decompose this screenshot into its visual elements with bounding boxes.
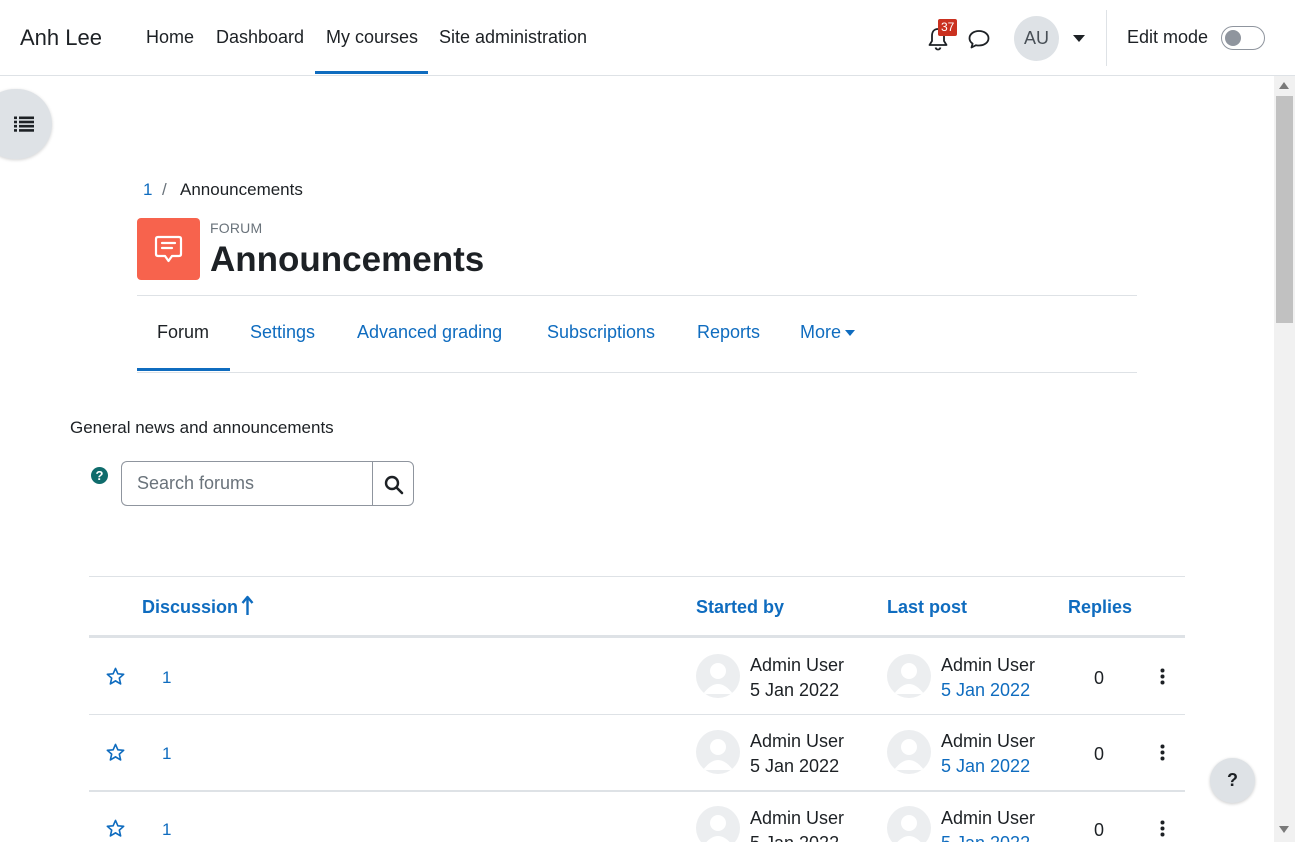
tab-advanced-grading[interactable]: Advanced grading bbox=[357, 322, 502, 343]
tab-forum[interactable]: Forum bbox=[157, 322, 209, 343]
list-icon[interactable] bbox=[14, 116, 34, 132]
navbar-divider bbox=[1106, 10, 1107, 66]
last-post-date-link[interactable]: 5 Jan 2022 bbox=[941, 756, 1030, 777]
star-icon[interactable] bbox=[106, 667, 125, 686]
header-divider bbox=[137, 295, 1137, 296]
tab-settings[interactable]: Settings bbox=[250, 322, 315, 343]
more-chevron-down-icon bbox=[845, 330, 856, 337]
last-post-date-link[interactable]: 5 Jan 2022 bbox=[941, 833, 1030, 842]
discussion-link[interactable]: 1 bbox=[162, 820, 171, 840]
nav-home[interactable]: Home bbox=[146, 27, 194, 48]
help-button[interactable]: ? bbox=[1210, 758, 1255, 803]
replies-count: 0 bbox=[1094, 744, 1105, 764]
last-post-user[interactable]: Admin User bbox=[941, 731, 1035, 752]
column-header-discussion[interactable]: Discussion bbox=[142, 597, 238, 618]
search-forums-input[interactable] bbox=[121, 461, 373, 506]
toggle-knob bbox=[1225, 30, 1241, 46]
starter-avatar[interactable] bbox=[696, 806, 740, 842]
column-header-last-post[interactable]: Last post bbox=[887, 597, 967, 618]
last-post-date-link[interactable]: 5 Jan 2022 bbox=[941, 680, 1030, 701]
last-post-avatar[interactable] bbox=[887, 730, 931, 774]
starter-name[interactable]: Admin User bbox=[750, 731, 844, 752]
started-date: 5 Jan 2022 bbox=[750, 680, 840, 700]
breadcrumb-course-link[interactable]: 1 bbox=[143, 180, 152, 200]
forum-intro: General news and announcements bbox=[70, 418, 334, 437]
edit-mode-toggle[interactable] bbox=[1221, 26, 1265, 50]
more-actions-kebab-icon[interactable] bbox=[1160, 744, 1165, 761]
discussion-link[interactable]: 1 bbox=[162, 744, 171, 764]
replies-count: 0 bbox=[1094, 668, 1105, 688]
scroll-down-arrow-icon[interactable] bbox=[1279, 826, 1289, 833]
tab-subscriptions[interactable]: Subscriptions bbox=[547, 322, 655, 343]
more-actions-kebab-icon[interactable] bbox=[1160, 820, 1165, 837]
nav-site-administration[interactable]: Site administration bbox=[439, 27, 587, 48]
replies-count: 0 bbox=[1094, 820, 1105, 840]
module-type-label: FORUM bbox=[210, 220, 263, 236]
site-name[interactable]: Anh Lee bbox=[20, 25, 102, 51]
row-divider bbox=[89, 714, 1185, 715]
column-header-started-by[interactable]: Started by bbox=[696, 597, 784, 618]
last-post-avatar[interactable] bbox=[887, 806, 931, 842]
table-top-border bbox=[89, 576, 1185, 577]
user-avatar[interactable]: AU bbox=[1014, 16, 1059, 61]
secondary-nav-divider bbox=[137, 372, 1137, 373]
row-divider bbox=[89, 790, 1185, 792]
breadcrumb-current: Announcements bbox=[180, 180, 303, 199]
last-post-avatar[interactable] bbox=[887, 654, 931, 698]
messages-icon[interactable] bbox=[967, 28, 991, 50]
sort-ascending-arrow-icon[interactable] bbox=[241, 595, 254, 617]
started-date: 5 Jan 2022 bbox=[750, 833, 839, 842]
search-help-icon[interactable]: ? bbox=[91, 467, 108, 484]
page-title: Announcements bbox=[210, 240, 485, 279]
starter-avatar[interactable] bbox=[696, 730, 740, 774]
user-menu-chevron-down-icon[interactable] bbox=[1073, 35, 1085, 42]
started-date: 5 Jan 2022 bbox=[750, 756, 840, 776]
tab-reports[interactable]: Reports bbox=[697, 322, 760, 343]
tab-more-label: More bbox=[800, 322, 842, 342]
nav-active-indicator bbox=[315, 71, 428, 74]
search-button[interactable] bbox=[372, 461, 414, 506]
search-icon bbox=[384, 475, 404, 495]
tab-more[interactable]: More bbox=[800, 322, 856, 343]
last-post-user[interactable]: Admin User bbox=[941, 655, 1035, 676]
starter-name[interactable]: Admin User bbox=[750, 655, 844, 676]
more-actions-kebab-icon[interactable] bbox=[1160, 668, 1165, 685]
nav-dashboard[interactable]: Dashboard bbox=[216, 27, 304, 48]
tab-active-indicator bbox=[137, 368, 230, 371]
star-icon[interactable] bbox=[106, 743, 125, 762]
notification-count-badge: 37 bbox=[938, 19, 958, 36]
breadcrumb-separator: / bbox=[162, 180, 167, 199]
starter-avatar[interactable] bbox=[696, 654, 740, 698]
last-post-user[interactable]: Admin User bbox=[941, 808, 1035, 829]
column-header-replies[interactable]: Replies bbox=[1068, 597, 1132, 618]
scrollbar-thumb[interactable] bbox=[1276, 96, 1293, 323]
forum-activity-icon bbox=[137, 218, 200, 280]
starter-name[interactable]: Admin User bbox=[750, 808, 844, 829]
table-header-border bbox=[89, 635, 1185, 638]
edit-mode-label: Edit mode bbox=[1127, 27, 1209, 47]
discussion-link[interactable]: 1 bbox=[162, 668, 171, 688]
nav-my-courses[interactable]: My courses bbox=[326, 27, 418, 48]
star-icon[interactable] bbox=[106, 819, 125, 838]
scroll-up-arrow-icon[interactable] bbox=[1279, 82, 1289, 89]
top-navbar: Anh Lee Home Dashboard My courses Site a… bbox=[0, 0, 1295, 76]
